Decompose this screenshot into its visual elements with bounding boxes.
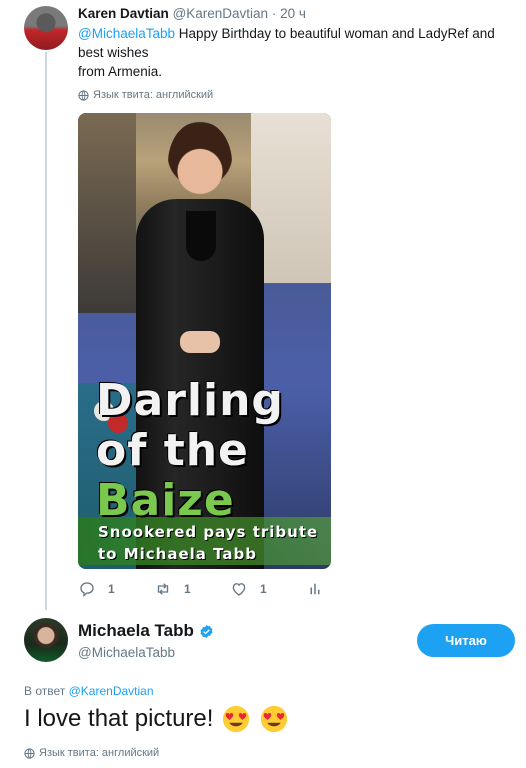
photo-overlay-caption-1: Snookered pays tribute (98, 523, 319, 541)
mention-link[interactable]: @MichaelaTabb (78, 26, 175, 41)
author-name[interactable]: Karen Davtian (78, 6, 169, 21)
retweet-count: 1 (184, 582, 191, 596)
reply-button[interactable]: 1 (78, 580, 154, 598)
avatar[interactable] (24, 6, 68, 50)
tweet-text: @MichaelaTabb Happy Birthday to beautifu… (78, 24, 508, 81)
tweet-language-label[interactable]: Язык твита: английский (39, 747, 159, 759)
photo-background-left (78, 113, 136, 313)
heart-eyes-emoji-icon (261, 705, 288, 733)
heart-icon (232, 583, 246, 596)
tweet-timestamp[interactable]: 20 ч (280, 6, 306, 21)
following-button[interactable]: Читаю (417, 624, 515, 657)
author-name[interactable]: Michaela Tabb (78, 621, 194, 641)
photo-person-hands (180, 331, 220, 353)
tweet-actions: 1 1 1 (78, 580, 324, 598)
author-name-row: Michaela Tabb (78, 621, 214, 641)
globe-icon (24, 747, 35, 759)
like-button[interactable]: 1 (230, 580, 306, 598)
globe-icon (78, 89, 89, 101)
tweet-header: Karen Davtian @KarenDavtian · 20 ч (78, 6, 306, 21)
verified-badge-icon (200, 624, 213, 638)
author-handle[interactable]: @MichaelaTabb (78, 645, 175, 660)
thread-connector-line (45, 52, 47, 610)
retweet-button[interactable]: 1 (154, 580, 230, 598)
photo-overlay-title-3: Baize (96, 475, 235, 526)
retweet-icon (157, 583, 169, 595)
analytics-button[interactable] (306, 580, 324, 598)
reply-count: 1 (108, 582, 115, 596)
photo-person-shirt (186, 211, 216, 261)
reply-prefix: В ответ (24, 684, 66, 698)
avatar[interactable] (24, 618, 68, 662)
tweet-language: Язык твита: английский (24, 747, 159, 759)
tweet-language: Язык твита: английский (78, 89, 213, 101)
tweet-photo[interactable]: Darling of the Baize Snookered pays trib… (78, 113, 331, 569)
reply-context: В ответ @KarenDavtian (24, 684, 154, 698)
photo-overlay-caption-2: to Michaela Tabb (98, 545, 258, 563)
photo-person-head (168, 121, 232, 205)
analytics-icon (310, 583, 320, 595)
heart-eyes-emoji-icon (223, 705, 250, 733)
tweet-language-label[interactable]: Язык твита: английский (93, 89, 213, 101)
reply-to-link[interactable]: @KarenDavtian (69, 684, 154, 698)
separator-dot: · (271, 6, 277, 21)
tweet-body-continued: from Armenia. (78, 64, 163, 79)
author-handle[interactable]: @KarenDavtian (173, 6, 269, 21)
photo-overlay-title-1: Darling (96, 375, 284, 426)
tweet-text: I love that picture! (24, 704, 289, 734)
reply-icon (80, 582, 94, 597)
photo-overlay-title-2: of the (96, 425, 249, 476)
like-count: 1 (260, 582, 267, 596)
tweet-body: I love that picture! (24, 705, 214, 732)
